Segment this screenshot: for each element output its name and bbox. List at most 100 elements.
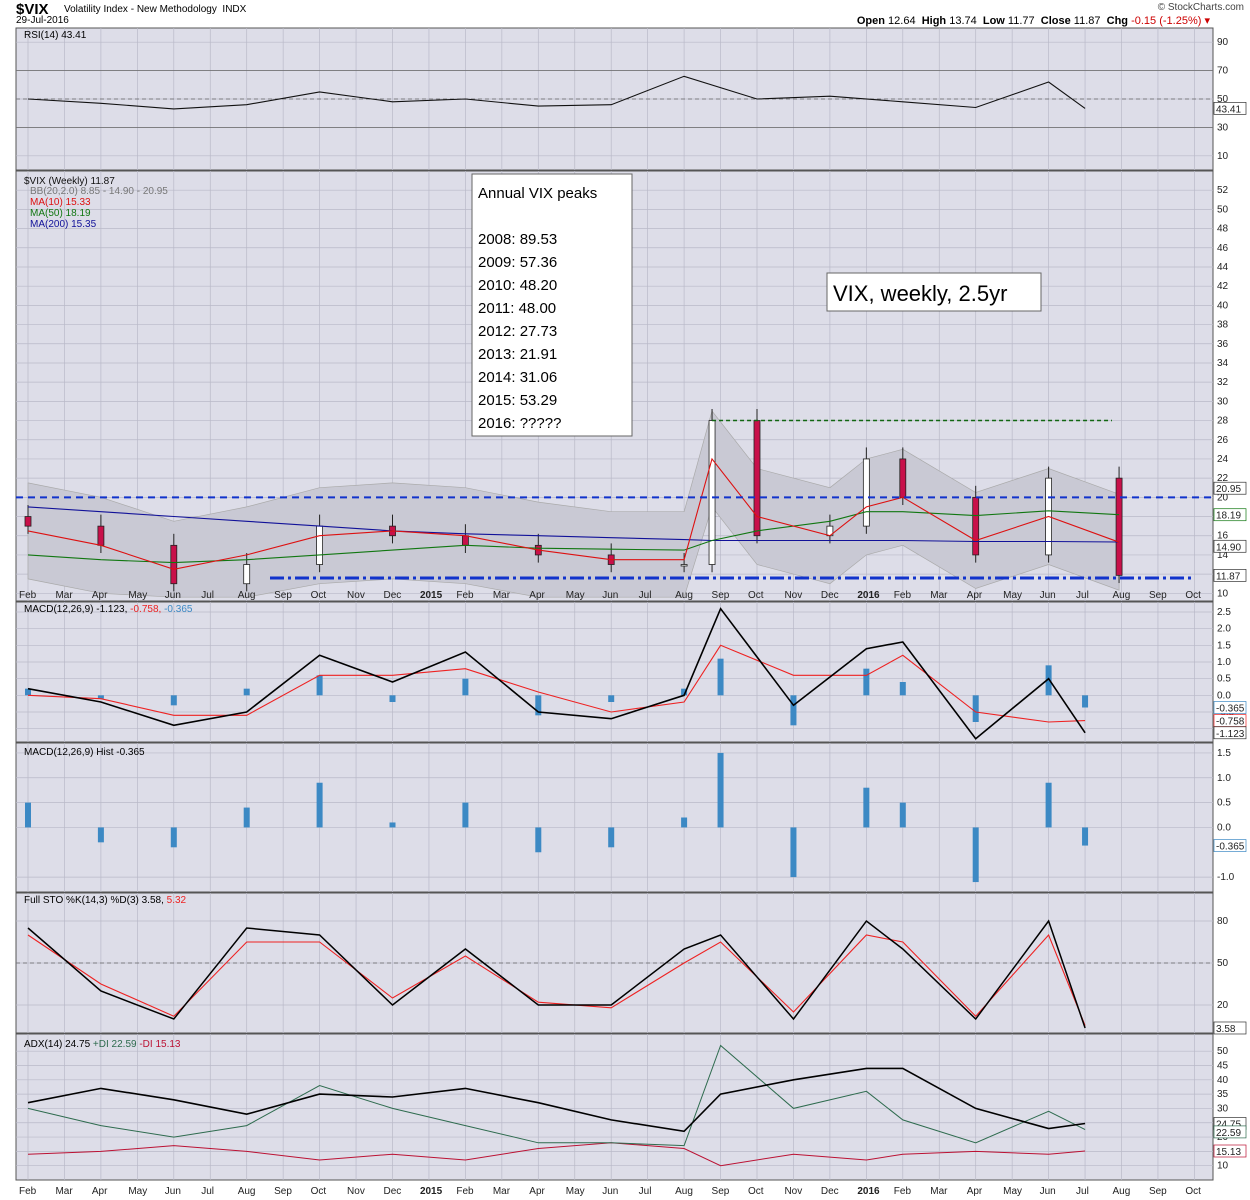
time-axis-label: Apr [967,590,983,601]
candle-body [972,496,980,556]
sto-tick-label: 50 [1217,958,1229,969]
time-axis-label-bottom: Mar [493,1186,511,1197]
annual-peak-entry: 2014: 31.06 [478,369,557,386]
price-value-label: 18.19 [1216,511,1241,522]
macd-tick-label: 1.0 [1217,657,1231,668]
time-axis-label-bottom: Jul [201,1186,214,1197]
time-axis-label-bottom: 2015 [420,1186,443,1197]
time-axis-label-bottom: Mar [55,1186,73,1197]
hist-tick-label: 0.0 [1217,822,1231,833]
candle-body [24,516,32,527]
rsi-tick-label: 30 [1217,122,1229,133]
hist-bar [535,827,542,853]
time-axis-label: Jun [602,590,618,601]
time-axis-label-bottom: Aug [675,1186,693,1197]
adx-tick-label: 45 [1217,1060,1229,1071]
time-axis-label: Aug [675,590,693,601]
price-tick-label: 28 [1217,416,1229,427]
macd-title-signal: -0.758, [127,604,161,615]
macd-hist-bar [316,675,323,696]
hist-bar [1082,827,1089,846]
annual-peak-entry: 2013: 21.91 [478,346,557,363]
sto-tick-label: 20 [1217,1000,1229,1011]
ma50-legend: MA(50) 18.19 [30,208,91,219]
adx-title-plus-di: +DI 22.59 [90,1039,137,1050]
hist-bar [1045,782,1052,828]
time-axis-label: Sep [274,590,292,601]
time-axis-label-bottom: May [1003,1186,1022,1197]
chart-note: VIX, weekly, 2.5yr [833,281,1007,306]
time-axis-label-bottom: Feb [19,1186,37,1197]
time-axis-label-bottom: Sep [274,1186,292,1197]
price-tick-label: 10 [1217,588,1229,599]
adx-title-minus-di: -DI 15.13 [137,1039,181,1050]
time-axis-label: Mar [55,590,73,601]
time-axis-label-bottom: Dec [821,1186,839,1197]
adx-value-label: 15.13 [1216,1147,1241,1158]
macd-hist-bar [243,688,250,696]
hist-tick-label: 1.0 [1217,773,1231,784]
price-tick-label: 52 [1217,185,1229,196]
candle-body [316,525,324,565]
time-axis-label-bottom: May [128,1186,147,1197]
time-axis-label-bottom: Jun [602,1186,618,1197]
hist-bar [790,827,797,878]
annual-peak-entry: 2009: 57.36 [478,254,557,271]
adx-tick-label: 40 [1217,1075,1229,1086]
macd-hist-bar [608,695,615,702]
price-value-label: 20.95 [1216,484,1241,495]
macd-title-hist: -0.365 [161,604,193,615]
macd-tick-label: 1.5 [1217,640,1231,651]
time-axis-label: Dec [384,590,402,601]
hist-title: MACD(12,26,9) Hist -0.365 [24,747,145,758]
hist-bar [25,802,31,828]
hist-bar [717,752,724,828]
macd-hist-bar [863,668,870,696]
time-axis-label-bottom: Nov [784,1186,802,1197]
time-axis-label: Aug [1113,590,1131,601]
rsi-title: RSI(14) 43.41 [24,30,87,41]
time-axis-label: Oct [311,590,327,601]
time-axis-label-bottom: Feb [894,1186,912,1197]
hist-bar [899,802,906,828]
time-axis-label: Mar [493,590,511,601]
time-axis-label-bottom: Sep [1149,1186,1167,1197]
time-axis-label-bottom: Oct [311,1186,327,1197]
hist-bar [972,827,979,883]
time-axis-label: Sep [1149,590,1167,601]
time-axis-label-bottom: Nov [347,1186,365,1197]
time-axis-label-bottom: Jul [1076,1186,1089,1197]
price-tick-label: 44 [1217,262,1229,273]
candle-body [243,564,251,585]
time-axis-label: Jul [1076,590,1089,601]
hist-value-label: -0.365 [1216,842,1245,853]
hist-tick-label: 1.5 [1217,748,1231,759]
adx-tick-label: 10 [1217,1161,1229,1172]
time-axis-label-bottom: May [566,1186,585,1197]
hist-bar [243,807,250,828]
sto-tick-label: 80 [1217,916,1229,927]
macd-hist-bar [717,658,724,696]
price-tick-label: 24 [1217,454,1229,465]
price-tick-label: 42 [1217,281,1229,292]
annual-peaks-title: Annual VIX peaks [478,185,597,202]
price-tick-label: 46 [1217,243,1229,254]
time-axis-label-bottom: Dec [384,1186,402,1197]
candle-body [1115,477,1123,576]
price-tick-label: 34 [1217,358,1229,369]
time-axis-label-bottom: Sep [712,1186,730,1197]
time-axis-label-bottom: Apr [92,1186,108,1197]
candle-body [862,458,870,527]
time-axis-label-bottom: Aug [1113,1186,1131,1197]
price-tick-label: 26 [1217,435,1229,446]
time-axis-label: 2016 [857,590,880,601]
chart-canvas: 90 70 50 30 10 RSI(14) 43.41 43.41 52 50 48 46 44 42… [15,27,1247,1197]
price-tick-label: 38 [1217,320,1229,331]
annual-peak-entry: 2008: 89.53 [478,231,557,248]
hist-bar [170,827,177,848]
rsi-tick-label: 10 [1217,151,1229,162]
hist-bar [389,822,396,828]
adx-tick-label: 50 [1217,1046,1229,1057]
time-axis-label: Apr [529,590,545,601]
time-axis-label: Apr [92,590,108,601]
